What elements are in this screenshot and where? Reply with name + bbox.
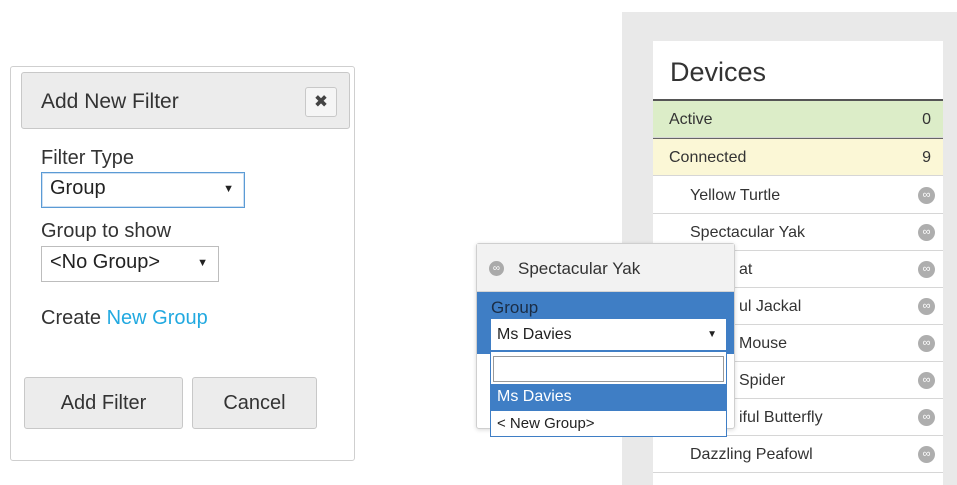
group-select[interactable]: Ms Davies ▼: [490, 318, 727, 351]
create-group-line: Create New Group: [41, 307, 208, 330]
add-filter-button[interactable]: Add Filter: [24, 377, 183, 429]
filter-type-label: Filter Type: [41, 147, 134, 169]
active-label: Active: [669, 111, 713, 128]
dropdown-option[interactable]: < New Group>: [491, 411, 726, 438]
group-label: Group: [491, 298, 539, 317]
group-dropdown-list: Ms Davies < New Group>: [490, 351, 727, 437]
device-status-icon: ∞: [918, 409, 935, 426]
connected-label: Connected: [669, 149, 747, 166]
device-status-icon: ∞: [489, 261, 504, 276]
device-name: Mouse: [739, 335, 788, 352]
filter-type-value: Group: [50, 177, 106, 199]
chevron-down-icon: ▼: [707, 329, 717, 340]
device-name: ul Jackal: [739, 298, 802, 315]
active-count: 0: [922, 111, 931, 128]
chevron-down-icon: ▼: [223, 183, 234, 195]
popover-title: Spectacular Yak: [518, 259, 641, 278]
new-group-link[interactable]: New Group: [107, 307, 208, 329]
filter-panel-title: Add New Filter: [41, 90, 179, 113]
close-icon: ✖: [313, 92, 329, 111]
group-to-show-select[interactable]: <No Group> ▼: [41, 246, 219, 282]
device-status-icon: ∞: [918, 224, 935, 241]
connected-row[interactable]: Connected 9: [653, 138, 943, 176]
device-name: Spider: [739, 372, 786, 389]
device-status-icon: ∞: [918, 298, 935, 315]
device-status-icon: ∞: [918, 372, 935, 389]
device-name: Yellow Turtle: [690, 187, 781, 204]
filter-panel-header: Add New Filter ✖: [21, 72, 350, 129]
add-filter-panel: Add New Filter ✖ Filter Type Group ▼ Gro…: [10, 66, 355, 461]
device-status-icon: ∞: [918, 335, 935, 352]
device-status-icon: ∞: [918, 187, 935, 204]
devices-title: Devices: [670, 57, 767, 87]
group-to-show-label: Group to show: [41, 220, 172, 242]
dropdown-search-input[interactable]: [493, 356, 724, 382]
device-name: Dazzling Peafowl: [690, 446, 813, 463]
create-text: Create: [41, 307, 102, 329]
dropdown-option[interactable]: Ms Davies: [491, 384, 726, 411]
device-status-icon: ∞: [918, 446, 935, 463]
popover-header: ∞ Spectacular Yak: [477, 244, 734, 292]
device-name: iful Butterfly: [739, 409, 823, 426]
device-name: Spectacular Yak: [690, 224, 806, 241]
group-select-value: Ms Davies: [497, 326, 572, 343]
cancel-button[interactable]: Cancel: [192, 377, 317, 429]
group-to-show-value: <No Group>: [50, 251, 161, 273]
device-row[interactable]: Dazzling Peafowl ∞: [653, 436, 943, 473]
chevron-down-icon: ▼: [197, 257, 208, 269]
device-status-icon: ∞: [918, 261, 935, 278]
device-row[interactable]: Yellow Turtle ∞: [653, 177, 943, 214]
connected-count: 9: [922, 149, 931, 166]
device-name: at: [739, 261, 753, 278]
close-button[interactable]: ✖: [305, 87, 337, 117]
filter-type-select[interactable]: Group ▼: [41, 172, 245, 208]
active-row[interactable]: Active 0: [653, 101, 943, 138]
